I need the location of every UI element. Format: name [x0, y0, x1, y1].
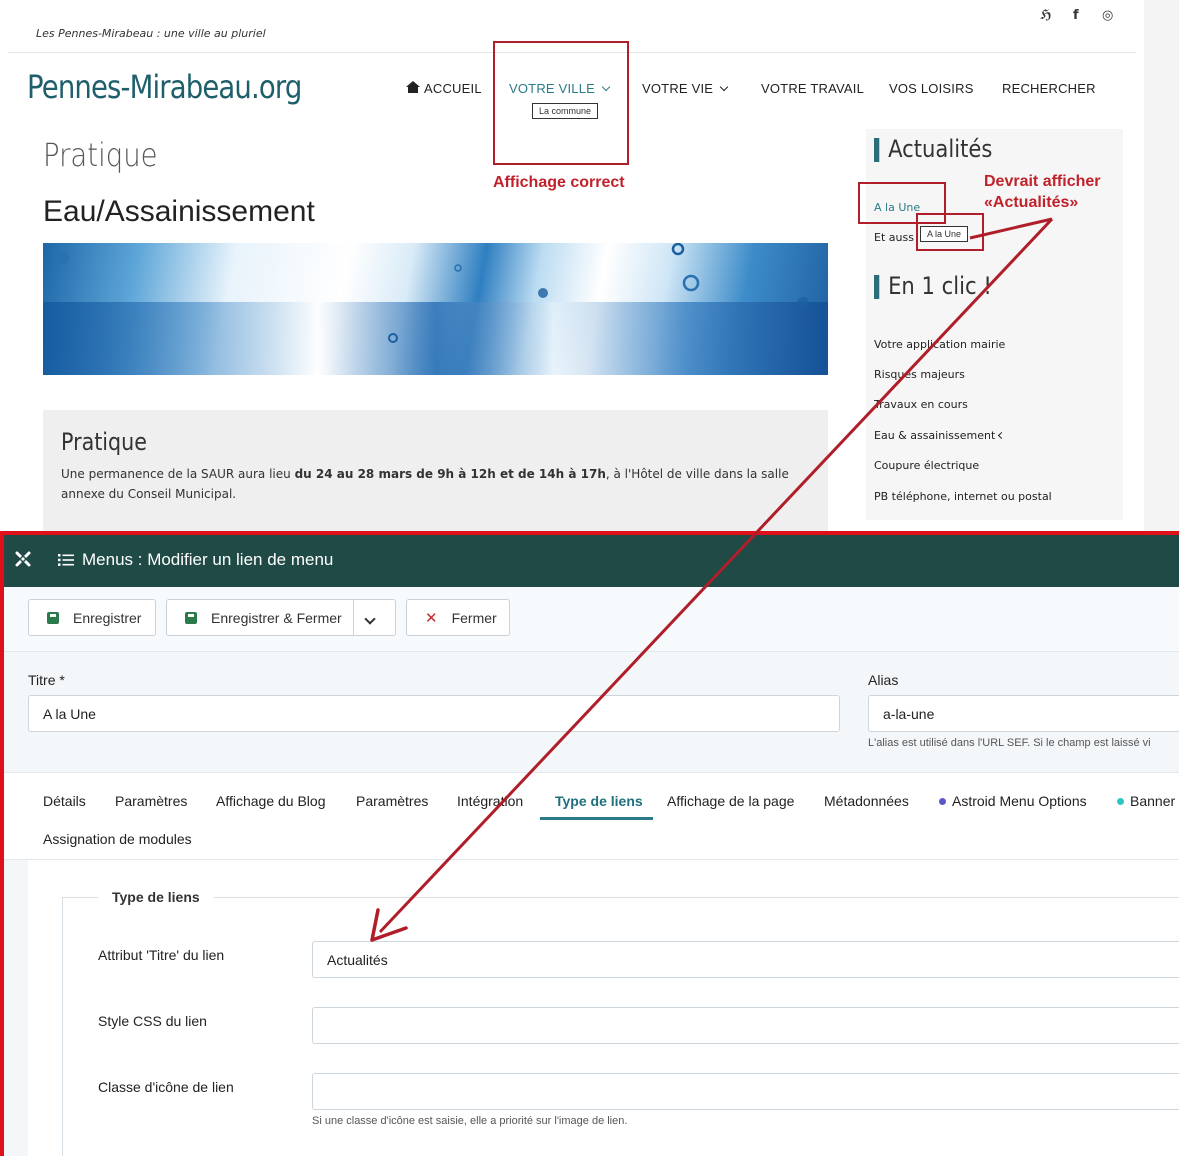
chevron-down-icon [719, 82, 729, 92]
save-button-label: Enregistrer [73, 609, 142, 626]
accessibility-icon[interactable]: ℌ [1040, 8, 1052, 23]
titre-label: Titre * [28, 672, 65, 688]
alias-label: Alias [868, 672, 899, 688]
sidebar-link-eau[interactable]: Eau & assainissement [874, 429, 1006, 442]
annotation-box-tooltip [916, 213, 984, 251]
dot-icon [939, 798, 946, 805]
annotation-box-correct [493, 41, 629, 165]
annotation-should-line1: Devrait afficher [984, 173, 1101, 190]
save-icon [47, 611, 59, 624]
sidebar-link-eau-label: Eau & assainissement [874, 429, 996, 442]
save-button[interactable]: Enregistrer [28, 599, 156, 636]
tab-banner-label: Banner [1130, 793, 1176, 809]
save-icon [185, 611, 197, 624]
info-box-title: Pratique [61, 428, 147, 456]
admin-page-title: Menus : Modifier un lien de menu [82, 550, 334, 569]
close-button[interactable]: ✕ Fermer [406, 599, 510, 636]
sidebar-link-risques[interactable]: Risques majeurs [874, 368, 965, 381]
nav-rechercher[interactable]: RECHERCHER [1002, 81, 1096, 96]
annotation-correct: Affichage correct [493, 174, 625, 191]
icon-class-help: Si une classe d'icône est saisie, elle a… [312, 1115, 628, 1127]
title-attr-input[interactable]: Actualités [312, 941, 1179, 978]
nav-votre-vie[interactable]: VOTRE VIE [642, 81, 729, 96]
save-close-button[interactable]: Enregistrer & Fermer [166, 599, 396, 636]
nav-accueil-label: ACCUEIL [424, 81, 482, 96]
info-text-part: Une permanence de la SAUR aura lieu [61, 467, 295, 481]
list-icon [58, 554, 74, 566]
tab-astroid-label: Astroid Menu Options [952, 793, 1087, 809]
tab-parametres-2[interactable]: Paramètres [356, 793, 428, 809]
sidebar-link-et-aussi[interactable]: Et auss [874, 231, 914, 244]
css-style-input[interactable] [312, 1007, 1179, 1044]
tab-affichage-page[interactable]: Affichage de la page [667, 793, 794, 809]
nav-votre-travail[interactable]: VOTRE TRAVAIL [761, 81, 864, 96]
annotation-should-line2: «Actualités» [984, 194, 1079, 211]
tab-metadonnees[interactable]: Métadonnées [824, 793, 909, 809]
alias-help-text: L'alias est utilisé dans l'URL SEF. Si l… [868, 737, 1151, 749]
sidebar-title-actualites: Actualités [874, 135, 992, 163]
close-icon: ✕ [425, 609, 438, 627]
sidebar-link-travaux[interactable]: Travaux en cours [874, 398, 968, 411]
sidebar-link-pb-telephone[interactable]: PB téléphone, internet ou postal [874, 490, 1052, 503]
tab-assignation-modules[interactable]: Assignation de modules [43, 831, 192, 847]
info-text-dates: du 24 au 28 mars de 9h à 12h et de 14h à… [294, 467, 606, 481]
site-logo[interactable]: Pennes-Mirabeau.org [27, 68, 302, 106]
icon-class-label: Classe d'icône de lien [98, 1079, 234, 1095]
joomla-logo-icon[interactable] [14, 550, 32, 568]
tab-banner[interactable]: Banner [1117, 793, 1175, 809]
chevron-left-icon [998, 431, 1006, 440]
title-attr-label: Attribut 'Titre' du lien [98, 947, 225, 963]
chevron-down-icon [364, 613, 376, 625]
nav-vos-loisirs[interactable]: VOS LOISIRS [889, 81, 974, 96]
tab-type-de-liens[interactable]: Type de liens [555, 793, 643, 809]
screenshot-root: Les Pennes-Mirabeau : une ville au pluri… [0, 0, 1179, 1156]
sidebar-title-en-1-clic: En 1 clic ! [874, 272, 992, 300]
site-tagline: Les Pennes-Mirabeau : une ville au pluri… [36, 27, 266, 40]
save-options-dropdown[interactable] [364, 611, 376, 630]
website-preview: Les Pennes-Mirabeau : une ville au pluri… [0, 0, 1144, 532]
tab-astroid-menu-options[interactable]: Astroid Menu Options [939, 793, 1087, 809]
active-tab-indicator [540, 817, 653, 820]
water-bubbles [57, 243, 809, 343]
page-title: Pratique [43, 136, 158, 174]
water-banner-image [43, 243, 828, 375]
home-icon [406, 81, 420, 94]
save-close-button-label: Enregistrer & Fermer [211, 609, 342, 626]
sidebar-link-application[interactable]: Votre application mairie [874, 338, 1005, 351]
tab-details[interactable]: Détails [43, 793, 86, 809]
facebook-icon[interactable]: f [1073, 8, 1079, 23]
css-style-label: Style CSS du lien [98, 1013, 207, 1029]
info-box: Pratique Une permanence de la SAUR aura … [43, 410, 828, 532]
button-divider [353, 600, 354, 635]
page-subtitle: Eau/Assainissement [43, 195, 315, 228]
tab-parametres[interactable]: Paramètres [115, 793, 187, 809]
admin-header: Menus : Modifier un lien de menu [4, 535, 1179, 587]
admin-panel: Menus : Modifier un lien de menu Enregis… [0, 531, 1179, 1156]
info-box-text: Une permanence de la SAUR aura lieu du 2… [61, 464, 821, 504]
instagram-icon[interactable]: ◎ [1102, 8, 1113, 23]
nav-votre-vie-label: VOTRE VIE [642, 81, 714, 96]
tab-integration[interactable]: Intégration [457, 793, 523, 809]
sidebar-link-coupure[interactable]: Coupure électrique [874, 459, 979, 472]
tab-affichage-blog[interactable]: Affichage du Blog [216, 793, 326, 809]
fieldset-legend: Type de liens [98, 889, 214, 905]
dot-icon [1117, 798, 1124, 805]
nav-accueil[interactable]: ACCUEIL [406, 81, 482, 96]
close-button-label: Fermer [451, 609, 497, 626]
titre-input[interactable]: A la Une [28, 695, 840, 732]
alias-input[interactable]: a-la-une [868, 695, 1179, 732]
icon-class-input[interactable] [312, 1073, 1179, 1110]
